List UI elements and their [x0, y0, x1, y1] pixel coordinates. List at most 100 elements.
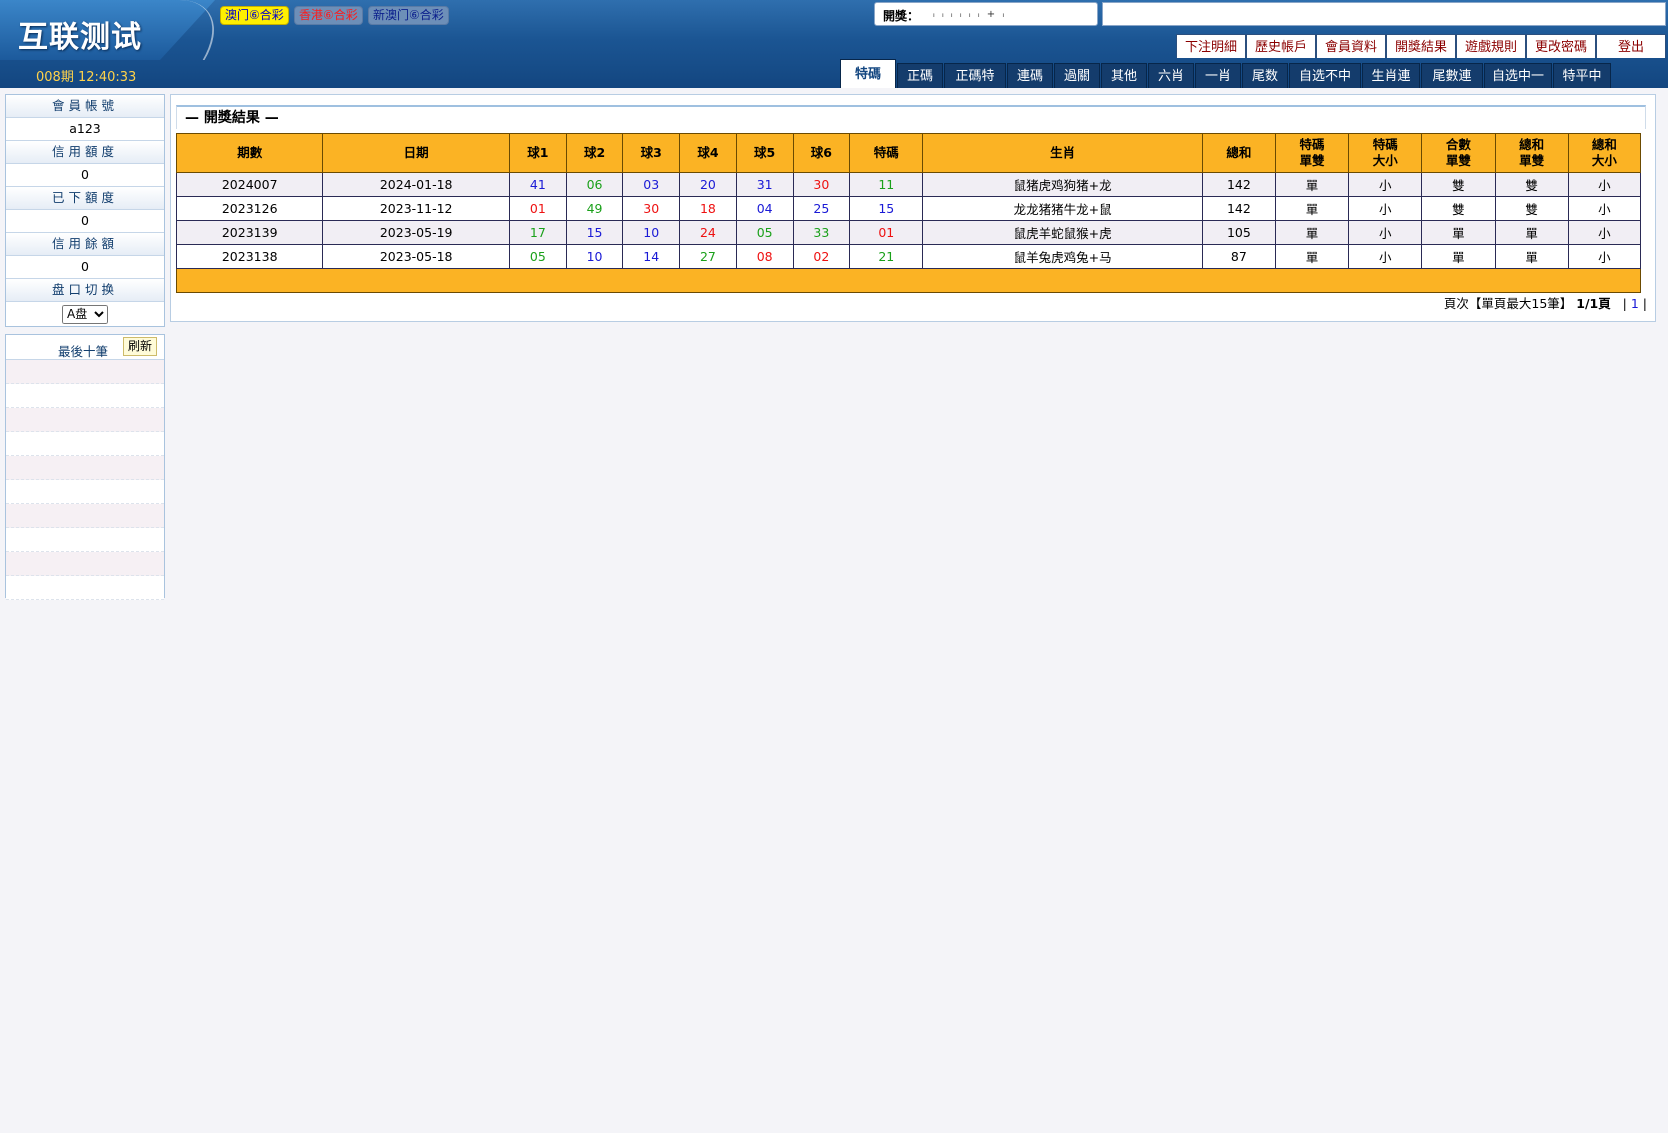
table-row: 2023139 2023-05-19 17 15 10 24 05 33 01 鼠虎羊蛇鼠猴+虎 1… — [175, 220, 1642, 245]
site-logo: 互联测试 — [18, 21, 142, 54]
tab-tail-number[interactable]: 尾数 — [1242, 63, 1288, 88]
cell-ball: 25 — [792, 196, 851, 221]
column-header: 球6 — [792, 133, 851, 173]
column-header: 球1 — [508, 133, 567, 173]
menu-history-account[interactable]: 歷史帳戶 — [1246, 34, 1316, 58]
cell-ball: 10 — [622, 220, 681, 245]
menu-change-password[interactable]: 更改密碼 — [1526, 34, 1596, 58]
cell-special-odd-even: 單 — [1274, 220, 1350, 245]
pager-prefix: 頁次【單頁最大15筆】 — [1443, 296, 1573, 311]
list-item — [6, 576, 164, 600]
draw-results-panel: — 開獎結果 — 期數 日期 球1 球2 球3 球4 球5 球6 特碼 生肖 總和 特碼 單雙 特碼 大小合… — [170, 94, 1656, 322]
cell-ball: 04 — [735, 196, 794, 221]
column-header-text: 期數 — [237, 145, 263, 160]
pager: 頁次【單頁最大15筆】 1/1頁 | 1 | — [1444, 293, 1647, 312]
tab-six-zodiac[interactable]: 六肖 — [1148, 63, 1194, 88]
column-header-text: 生肖 — [1050, 145, 1076, 160]
tab-zodiac-link[interactable]: 生肖連 — [1362, 63, 1420, 88]
menu-member-info[interactable]: 會員資料 — [1316, 34, 1386, 58]
cell-ball: 08 — [735, 244, 794, 269]
draw-balls: ᵢ ᵢ ᵢ ᵢ ᵢ ᵢ + ᵢ — [933, 9, 1007, 20]
tab-linked-number[interactable]: 連碼 — [1007, 63, 1053, 88]
draw-label: 開獎： — [883, 9, 920, 23]
cell-ball: 05 — [735, 220, 794, 245]
cell-sum-big-small: 小 — [1567, 244, 1642, 269]
cell-issue: 2023138 — [175, 244, 324, 269]
cell-ball: 01 — [508, 196, 567, 221]
list-item — [6, 384, 164, 408]
tab-tail-link[interactable]: 尾數連 — [1421, 63, 1483, 88]
column-header-text: 單雙 — [1299, 153, 1325, 168]
tab-main-number[interactable]: 正碼 — [897, 63, 943, 88]
game-link-new-macau[interactable]: 新澳门⑥合彩 — [368, 6, 449, 25]
cell-sum-big-small: 小 — [1567, 196, 1642, 221]
column-header: 球4 — [679, 133, 737, 173]
account-value: a123 — [6, 118, 164, 141]
menu-game-rules[interactable]: 遊戲規則 — [1456, 34, 1526, 58]
menu-logout[interactable]: 登出 — [1596, 34, 1666, 58]
column-header-text: 球2 — [583, 145, 606, 160]
table-footer-row — [176, 268, 1641, 293]
cell-ball: 27 — [679, 244, 737, 269]
cell-issue: 2024007 — [175, 172, 324, 197]
cell-sum: 105 — [1201, 220, 1276, 245]
tab-parlay[interactable]: 過關 — [1054, 63, 1100, 88]
column-header-text: 球3 — [640, 145, 662, 160]
cell-issue: 2023126 — [175, 196, 324, 221]
cell-special-big-small: 小 — [1348, 196, 1423, 221]
tab-other[interactable]: 其他 — [1101, 63, 1147, 88]
cell-special-big-small: 小 — [1348, 220, 1423, 245]
column-header-text: 特碼 — [873, 145, 899, 160]
column-header: 日期 — [322, 133, 510, 173]
plate-label: 盘口切换 — [6, 279, 164, 302]
tab-select-win-one[interactable]: 自选中一 — [1484, 63, 1552, 88]
credit-value: 0 — [6, 164, 164, 187]
menu-draw-results[interactable]: 開獎結果 — [1386, 34, 1456, 58]
plate-select[interactable]: A盘 — [62, 304, 108, 324]
column-header-text: 總和 — [1591, 137, 1617, 152]
cell-date: 2024-01-18 — [322, 172, 510, 197]
menu-bet-details[interactable]: 下注明細 — [1176, 34, 1246, 58]
pager-page-link[interactable]: 1 — [1631, 296, 1639, 311]
cell-sum: 87 — [1201, 244, 1276, 269]
cell-special: 21 — [849, 244, 924, 269]
tab-main-special[interactable]: 正碼特 — [944, 63, 1006, 88]
tab-special-number[interactable]: 特碼 — [840, 59, 896, 88]
cell-zodiac: 龙龙猪猪牛龙+鼠 — [922, 196, 1203, 221]
list-item — [6, 552, 164, 576]
cell-sum-big-small: 小 — [1567, 172, 1642, 197]
cell-ball: 30 — [622, 196, 681, 221]
cell-special-odd-even: 單 — [1274, 196, 1350, 221]
cell-combined-odd-even: 雙 — [1421, 196, 1496, 221]
column-header-text: 球1 — [527, 145, 549, 160]
list-item — [6, 504, 164, 528]
cell-sum-odd-even: 雙 — [1494, 172, 1569, 197]
cell-ball: 02 — [792, 244, 851, 269]
tab-special-flat[interactable]: 特平中 — [1553, 63, 1611, 88]
page-title: — 開獎結果 — — [176, 105, 1646, 129]
cell-zodiac: 鼠猪虎鸡狗猪+龙 — [922, 172, 1203, 197]
pager-sep-left: | — [1622, 296, 1627, 311]
game-link-hongkong[interactable]: 香港⑥合彩 — [294, 6, 363, 25]
column-header: 總和 大小 — [1567, 133, 1642, 173]
pager-sep-right: | — [1642, 296, 1647, 311]
list-item — [6, 528, 164, 552]
column-header-text: 球6 — [810, 145, 832, 160]
column-header-text: 大小 — [1372, 153, 1398, 168]
cell-zodiac: 鼠羊兔虎鸡兔+马 — [922, 244, 1203, 269]
used-label: 已下額度 — [6, 187, 164, 210]
cell-special: 11 — [849, 172, 924, 197]
used-value: 0 — [6, 210, 164, 233]
cell-ball: 41 — [508, 172, 567, 197]
cell-ball: 49 — [565, 196, 624, 221]
member-info-panel: 會員帳號 a123 信用額度 0 已下額度 0 信用餘額 0 盘口切换 A盘 — [5, 94, 165, 327]
table-row: 2024007 2024-01-18 41 06 03 20 31 30 11 鼠猪虎鸡狗猪+龙 1… — [175, 172, 1642, 197]
tab-select-not-win[interactable]: 自选不中 — [1289, 63, 1361, 88]
game-link-macau[interactable]: 澳门⑥合彩 — [220, 6, 289, 25]
cell-special-big-small: 小 — [1348, 244, 1423, 269]
cell-special: 15 — [849, 196, 924, 221]
credit-label: 信用額度 — [6, 141, 164, 164]
tab-one-zodiac[interactable]: 一肖 — [1195, 63, 1241, 88]
column-header-text: 大小 — [1591, 153, 1617, 168]
refresh-button[interactable]: 刷新 — [123, 337, 158, 356]
